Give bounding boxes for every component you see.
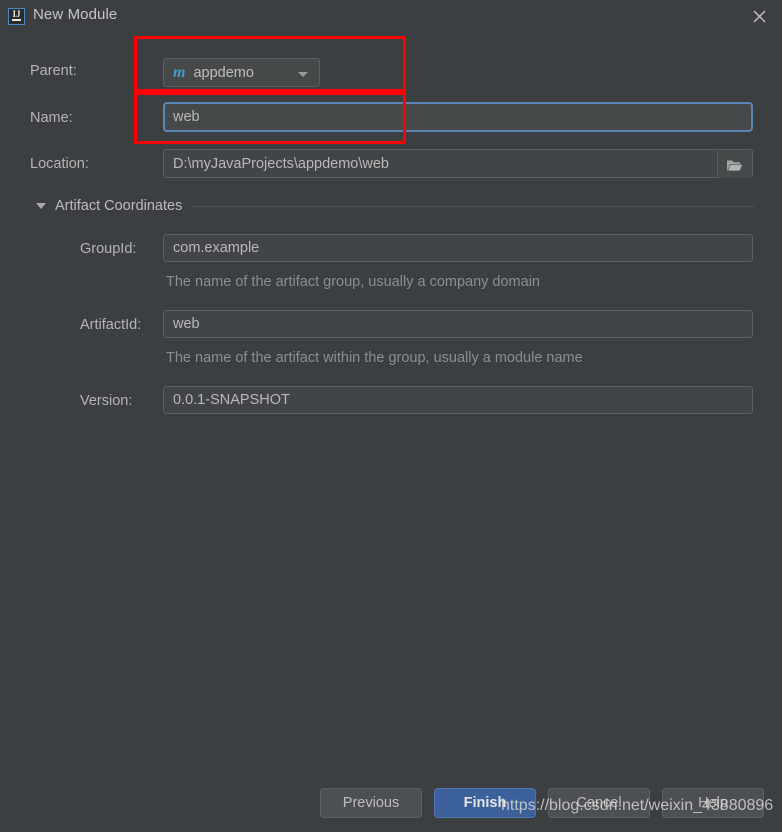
location-input[interactable]: D:\myJavaProjects\appdemo\web xyxy=(163,149,753,178)
artifact-coordinates-section-header[interactable]: Artifact Coordinates xyxy=(36,197,754,215)
location-input-value: D:\myJavaProjects\appdemo\web xyxy=(173,155,389,172)
previous-button[interactable]: Previous xyxy=(320,788,422,818)
close-button[interactable] xyxy=(736,0,782,30)
folder-open-icon xyxy=(727,160,743,171)
chevron-down-icon xyxy=(298,72,308,77)
finish-button[interactable]: Finish xyxy=(434,788,536,818)
intellij-idea-icon: IJ xyxy=(8,8,25,25)
location-label: Location: xyxy=(30,156,89,172)
help-button[interactable]: Help xyxy=(662,788,764,818)
close-icon xyxy=(753,10,766,23)
artifact-id-label: ArtifactId: xyxy=(80,317,142,333)
name-label: Name: xyxy=(30,110,73,126)
cancel-button[interactable]: Cancel xyxy=(548,788,650,818)
version-label: Version: xyxy=(80,393,133,409)
parent-label: Parent: xyxy=(30,63,77,79)
version-input-value: 0.0.1-SNAPSHOT xyxy=(173,392,290,408)
version-input[interactable]: 0.0.1-SNAPSHOT xyxy=(163,386,753,414)
triangle-down-icon xyxy=(36,203,46,209)
artifact-coordinates-title: Artifact Coordinates xyxy=(55,198,183,214)
artifact-id-hint: The name of the artifact within the grou… xyxy=(166,350,583,366)
window-title: New Module xyxy=(33,6,118,23)
group-id-input-value: com.example xyxy=(173,240,260,256)
group-id-label: GroupId: xyxy=(80,241,137,257)
parent-dropdown[interactable]: m appdemo xyxy=(163,58,320,87)
group-id-hint: The name of the artifact group, usually … xyxy=(166,274,540,290)
artifact-id-input-value: web xyxy=(173,316,200,332)
maven-module-icon: m xyxy=(173,63,186,81)
group-id-input[interactable]: com.example xyxy=(163,234,753,262)
name-input[interactable]: web xyxy=(163,102,753,132)
title-bar: IJ New Module xyxy=(0,0,782,32)
artifact-id-input[interactable]: web xyxy=(163,310,753,338)
browse-folder-button[interactable] xyxy=(717,151,751,178)
parent-dropdown-value: appdemo xyxy=(193,64,254,81)
app-icon-bar xyxy=(12,19,21,21)
section-divider xyxy=(192,205,754,207)
app-icon-text: IJ xyxy=(12,9,21,19)
name-input-value: web xyxy=(173,109,200,125)
